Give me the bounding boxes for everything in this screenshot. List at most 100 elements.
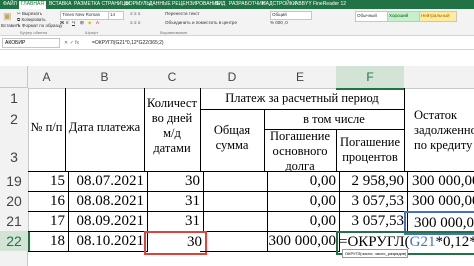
column-header-d[interactable]: D — [200, 66, 265, 89]
tab-developer[interactable]: РАЗРАБОТЧИК — [229, 1, 265, 7]
cell-days[interactable]: 30 — [144, 171, 204, 192]
cell-total[interactable] — [200, 211, 268, 232]
row-header-3[interactable]: 3 — [0, 129, 29, 172]
fx-icon[interactable]: ✕ ✓ fx — [64, 38, 79, 48]
group-align-label: Выравнивание — [160, 30, 188, 35]
cell-interest[interactable]: 3 057,53 — [336, 211, 408, 232]
header-balance[interactable]: Остаток задолженности по кредиту — [404, 88, 474, 172]
header-period[interactable]: Платеж за расчетный период — [200, 88, 405, 110]
formula-input[interactable]: =ОКРУГЛ(G21*0,12*G22/365;2) — [92, 38, 164, 48]
cell-num[interactable]: 17 — [28, 211, 69, 232]
cell-date[interactable]: 08.10.2021 — [65, 231, 148, 252]
tab-addins[interactable]: НАДСТРОЙКИ — [262, 1, 296, 7]
header-period-text: Платеж за расчетный период — [225, 91, 379, 105]
tab-view[interactable]: ВИД — [215, 1, 225, 7]
name-box[interactable]: АКОБИР — [2, 38, 60, 48]
cell-days-referenced[interactable]: 30 — [144, 231, 207, 255]
align-top-icon[interactable]: ≡ ≡ ≡ — [130, 11, 140, 16]
cell-days[interactable]: 31 — [144, 211, 204, 232]
currency-icon[interactable]: % 000 ,0 — [270, 20, 288, 25]
row-header-21[interactable]: 21 — [0, 211, 29, 232]
cell-principal[interactable]: 0,00 — [264, 171, 340, 192]
wrap-text-button[interactable]: Перенести текст — [165, 11, 200, 16]
header-principal[interactable]: Погашение основного долга — [264, 129, 337, 172]
tab-formulas[interactable]: ФОРМУЛЫ — [125, 1, 151, 7]
header-num-text: № п/п — [30, 120, 63, 134]
header-num[interactable]: № п/п — [28, 88, 66, 172]
italic-button[interactable]: К — [66, 20, 69, 25]
header-principal-text: Погашение основного долга — [269, 129, 331, 172]
header-total-text: Общая сумма — [213, 123, 251, 152]
cell-num[interactable]: 18 — [28, 231, 69, 252]
copy-button[interactable]: ⧉ Копировать — [17, 17, 46, 22]
cell-num[interactable]: 15 — [28, 171, 69, 192]
header-date[interactable]: Дата платежа — [65, 88, 145, 172]
row-header-20[interactable]: 20 — [0, 191, 29, 212]
cell-principal[interactable]: 0,00 — [264, 191, 340, 212]
column-header-e[interactable]: E — [264, 66, 337, 89]
cell-total[interactable] — [200, 171, 268, 192]
cell-total[interactable] — [200, 191, 268, 212]
cell-date[interactable]: 08.09.2021 — [65, 211, 148, 232]
tab-review[interactable]: РЕЦЕНЗИРОВАНИЕ — [172, 1, 220, 7]
function-tooltip: ОКРУГЛ(число; число_разрядов) — [342, 249, 408, 258]
header-days[interactable]: Количест во дней м/д датами — [144, 88, 201, 172]
font-size-select[interactable]: 14 — [108, 11, 124, 20]
bold-button[interactable]: Ж — [60, 20, 64, 25]
column-header-a[interactable]: A — [28, 66, 66, 89]
cell-num[interactable]: 16 — [28, 191, 69, 212]
cell-interest[interactable]: 3 057,53 — [336, 191, 408, 212]
cell-days[interactable]: 31 — [144, 191, 204, 212]
ribbon-tab-bar: ФАЙЛ ГЛАВНАЯ ВСТАВКА РАЗМЕТКА СТРАНИЦЫ Ф… — [0, 0, 474, 9]
cell-principal[interactable]: 0,00 — [264, 211, 340, 232]
header-incl[interactable]: в том числе — [264, 109, 405, 130]
paste-icon[interactable]: ▣ — [3, 11, 12, 22]
tab-data[interactable]: ДАННЫЕ — [149, 1, 171, 7]
cell-balance[interactable]: 300 000,00 — [404, 171, 474, 192]
tab-abbyy[interactable]: ABBYY FineReader 12 — [295, 1, 346, 7]
style-good[interactable]: Хороший — [387, 11, 421, 22]
align-left-icon[interactable]: ≡ ≡ ≡ — [130, 20, 140, 25]
fill-color-icon[interactable]: ◆ — [88, 20, 91, 26]
tab-home[interactable]: ГЛАВНАЯ — [19, 1, 46, 9]
row-header-22[interactable]: 22 — [0, 231, 30, 252]
ribbon: ▣ Вставить ✂ Вырезать ⧉ Копировать ✎ Фор… — [0, 9, 474, 36]
merge-center-button[interactable]: Объединить и поместить в центре — [165, 20, 237, 25]
cell-balance[interactable]: 300 000,00 — [404, 191, 474, 212]
header-interest-text: Погашение процентов — [339, 135, 401, 164]
format-painter-button[interactable]: ✎ Формат по образцу — [17, 23, 62, 29]
cell-date[interactable]: 08.07.2021 — [65, 171, 148, 192]
group-font-label: Шрифт — [85, 30, 99, 35]
header-days-text: Количест во дней м/д датами — [147, 96, 197, 155]
edit-prefix: =ОКРУГЛ( — [339, 234, 410, 250]
header-balance-text: Остаток задолженности по кредиту — [414, 108, 474, 152]
borders-icon[interactable]: ⊞ — [80, 20, 84, 26]
font-color-icon[interactable]: A — [96, 20, 99, 25]
number-format-select[interactable]: Общий — [270, 11, 312, 20]
font-name-select[interactable]: Times New Roman — [60, 11, 110, 20]
header-total[interactable]: Общая сумма — [200, 109, 265, 172]
cell-interest[interactable]: 2 958,90 — [336, 171, 408, 192]
column-header-c[interactable]: C — [144, 66, 201, 89]
style-normal[interactable]: Обычный — [355, 11, 389, 22]
header-interest[interactable]: Погашение процентов — [336, 129, 405, 172]
column-header-b[interactable]: B — [65, 66, 145, 89]
cell-date[interactable]: 08.08.2021 — [65, 191, 148, 212]
row-header-23[interactable] — [0, 251, 28, 266]
row-header-1[interactable]: 1 — [0, 88, 29, 110]
sheet-gap — [0, 51, 474, 66]
column-header-f[interactable]: F — [336, 66, 405, 90]
cell-total[interactable] — [200, 231, 268, 252]
underline-button[interactable]: Ч — [72, 20, 75, 25]
tab-page-layout[interactable]: РАЗМЕТКА СТРАНИЦЫ — [74, 1, 130, 7]
tab-file[interactable]: ФАЙЛ — [3, 1, 17, 7]
header-date-text: Дата платежа — [68, 120, 141, 134]
tab-insert[interactable]: ВСТАВКА — [49, 1, 71, 7]
style-neutral[interactable]: Нейтральный — [419, 11, 457, 22]
group-clipboard-label: Буфер обмена — [20, 30, 48, 35]
column-header-g[interactable] — [404, 66, 474, 89]
select-all-corner[interactable] — [0, 66, 28, 88]
row-header-2[interactable]: 2 — [0, 109, 29, 130]
row-header-19[interactable]: 19 — [0, 171, 29, 192]
cell-principal[interactable]: 300 000,00 — [264, 231, 340, 252]
